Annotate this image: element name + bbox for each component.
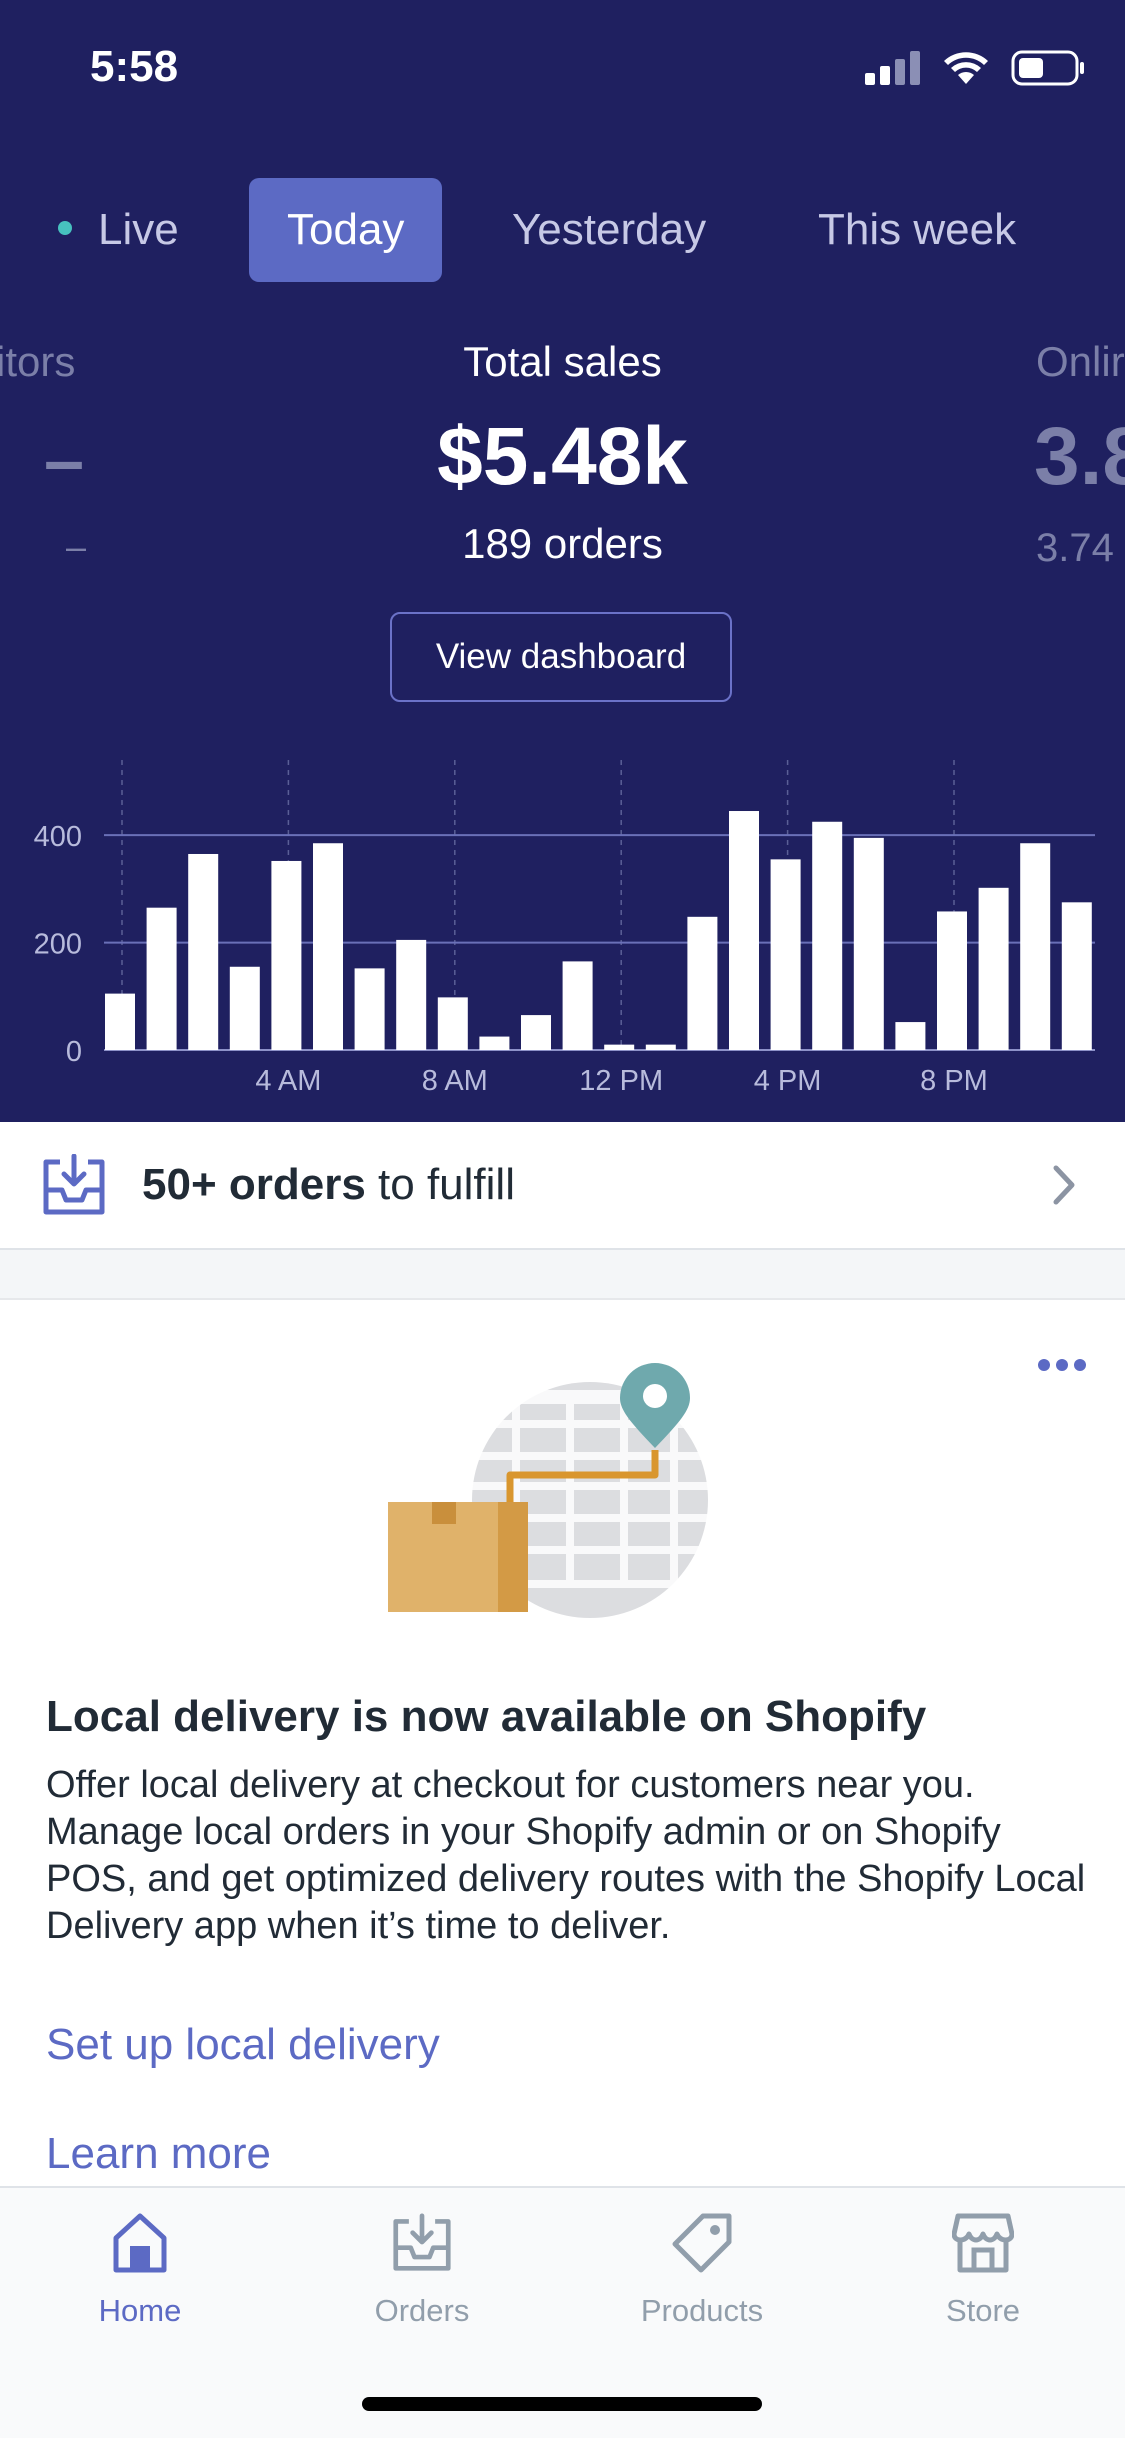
- cellular-signal-icon: [865, 51, 920, 85]
- tab-products[interactable]: Products: [562, 2212, 842, 2329]
- chart-bar: [105, 993, 135, 1050]
- chart-x-tick-label: 8 PM: [920, 1065, 988, 1097]
- fulfill-suffix: to fulfill: [365, 1160, 515, 1209]
- chart-bar: [479, 1036, 510, 1050]
- setup-local-delivery-link[interactable]: Set up local delivery: [46, 2020, 440, 2070]
- chart-bar: [521, 1015, 551, 1050]
- tab-orders[interactable]: Orders: [282, 2212, 562, 2329]
- wifi-icon: [944, 52, 988, 84]
- card-title: Local delivery is now available on Shopi…: [46, 1692, 927, 1741]
- chart-bar: [1020, 843, 1051, 1050]
- sales-overview-header: 5:58 Live Today Yesterday This week itor…: [0, 0, 1125, 1122]
- chart-bar: [770, 859, 801, 1050]
- chart-bar: [812, 821, 843, 1050]
- tab-home-label: Home: [98, 2293, 182, 2328]
- tab-yesterday[interactable]: Yesterday: [474, 178, 744, 282]
- view-dashboard-button[interactable]: View dashboard: [390, 612, 732, 702]
- orders-to-fulfill-text: 50+ orders to fulfill: [142, 1160, 515, 1210]
- card-body: Offer local delivery at checkout for cus…: [46, 1764, 1086, 1947]
- tab-store[interactable]: Store: [843, 2212, 1123, 2329]
- chart-bar: [313, 843, 343, 1050]
- chart-y-tick-label: 200: [34, 929, 82, 961]
- orders-to-fulfill-row[interactable]: 50+ orders to fulfill: [0, 1122, 1125, 1250]
- chevron-right-icon: [1053, 1165, 1075, 1205]
- products-icon: [672, 2213, 732, 2273]
- total-orders-count: 189 orders: [462, 520, 663, 567]
- total-sales-label: Total sales: [463, 338, 662, 385]
- chart-bar: [729, 811, 759, 1050]
- chart-bar: [562, 961, 593, 1050]
- status-icons: [865, 50, 1085, 86]
- chart-bar: [853, 837, 884, 1050]
- status-time: 5:58: [90, 42, 179, 91]
- tab-live-label: Live: [98, 205, 179, 254]
- chart-bar: [396, 939, 427, 1050]
- hourly-sales-chart: 400 200 0 4 AM 8 AM 12 PM 4 PM 8 PM: [34, 760, 1095, 1097]
- inbox-download-icon: [43, 1154, 105, 1215]
- chart-x-tick-label: 4 AM: [255, 1065, 321, 1097]
- chart-bar: [1061, 902, 1092, 1050]
- more-options-icon[interactable]: [1036, 1355, 1088, 1375]
- period-tabs: Live Today Yesterday This week: [0, 178, 1125, 282]
- chart-bar: [687, 916, 718, 1050]
- tab-products-label: Products: [640, 2293, 764, 2328]
- home-icon: [113, 2213, 167, 2273]
- store-icon: [951, 2213, 1015, 2273]
- chart-y-tick-label: 400: [34, 821, 82, 853]
- chart-bar: [271, 860, 302, 1050]
- chart-bar: [188, 853, 219, 1050]
- local-delivery-illustration: [388, 1363, 708, 1618]
- tab-today[interactable]: Today: [249, 178, 443, 282]
- chart-bar: [645, 1044, 676, 1050]
- chart-bar: [978, 887, 1009, 1050]
- orders-icon: [393, 2213, 451, 2271]
- chart-bar: [437, 997, 468, 1050]
- chart-bar: [354, 968, 385, 1050]
- tab-live[interactable]: Live: [20, 178, 217, 282]
- chart-y-tick-label: 0: [66, 1036, 82, 1068]
- tab-today-label: Today: [287, 205, 405, 254]
- online-metric-value: 3.8: [1034, 411, 1125, 502]
- tab-this-week[interactable]: This week: [780, 178, 1054, 282]
- chart-x-tick-label: 4 PM: [754, 1065, 822, 1097]
- tab-yesterday-label: Yesterday: [512, 205, 707, 254]
- home-indicator: [362, 2397, 762, 2411]
- tab-home[interactable]: Home: [0, 2212, 280, 2329]
- chart-x-tick-label: 12 PM: [579, 1065, 663, 1097]
- tab-this-week-label: This week: [818, 205, 1017, 254]
- chart-bar: [895, 1022, 926, 1050]
- learn-more-link[interactable]: Learn more: [46, 2129, 271, 2179]
- chart-bar: [937, 911, 967, 1050]
- tab-orders-label: Orders: [374, 2293, 470, 2328]
- chart-bar: [146, 907, 177, 1050]
- fulfill-count: 50+ orders: [142, 1160, 366, 1209]
- tab-store-label: Store: [945, 2293, 1021, 2328]
- live-indicator-dot: [58, 221, 72, 236]
- chart-bar: [604, 1044, 635, 1050]
- total-sales-value: $5.48k: [437, 411, 688, 502]
- chart-x-tick-label: 8 AM: [422, 1065, 488, 1097]
- online-metric-label: Onlir: [1036, 338, 1125, 385]
- section-divider: [0, 1250, 1125, 1300]
- battery-icon: [1011, 50, 1084, 86]
- chart-bar: [229, 966, 260, 1050]
- online-metric-sub: 3.74: [1036, 526, 1114, 570]
